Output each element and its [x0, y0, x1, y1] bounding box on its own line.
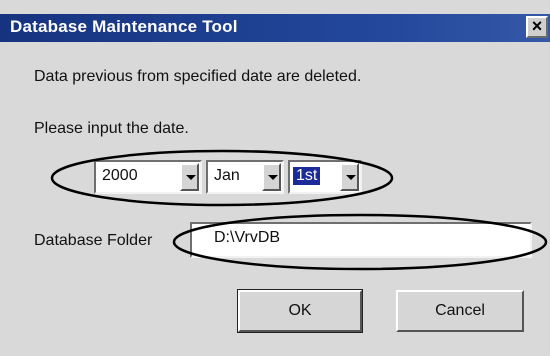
database-folder-input[interactable]: D:\VrvDB [190, 222, 532, 258]
close-icon[interactable]: × [526, 16, 548, 38]
day-value: 1st [293, 167, 321, 185]
folder-value: D:\VrvDB [214, 229, 281, 246]
prompt-text: Please input the date. [34, 120, 189, 137]
month-value: Jan [214, 167, 240, 184]
year-select[interactable]: 2000 [94, 160, 202, 194]
year-value: 2000 [102, 167, 138, 184]
title-bar[interactable]: Database Maintenance Tool × [0, 14, 550, 42]
day-select[interactable]: 1st [288, 160, 362, 194]
folder-label: Database Folder [34, 232, 153, 249]
chevron-down-icon[interactable] [340, 163, 359, 191]
cancel-button[interactable]: Cancel [396, 290, 524, 332]
chevron-down-icon[interactable] [180, 163, 199, 191]
info-text: Data previous from specified date are de… [34, 68, 362, 85]
window-title: Database Maintenance Tool [10, 17, 238, 36]
ok-button[interactable]: OK [237, 289, 363, 333]
month-select[interactable]: Jan [206, 160, 284, 194]
dialog-window: Database Maintenance Tool × Data previou… [0, 0, 550, 356]
chevron-down-icon[interactable] [262, 163, 281, 191]
